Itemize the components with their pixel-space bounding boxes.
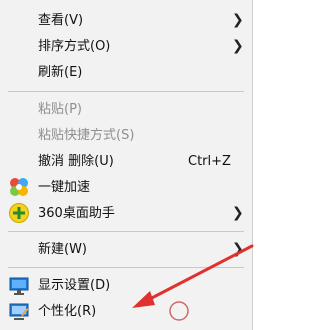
display-settings-icon [9,277,29,295]
chevron-right-icon: ❯ [232,38,244,54]
menu-separator [8,231,244,232]
menu-item-label: 排序方式(O) [38,39,111,54]
context-menu: 查看(V) ❯ 排序方式(O) ❯ 刷新(E) 粘贴(P) 粘贴快捷方式(S) … [0,0,253,330]
menu-item-label: 查看(V) [38,13,84,28]
menu-item-paste: 粘贴(P) [0,97,252,122]
menu-item-label: 撤消 删除(U) [38,154,114,169]
menu-item-one-click-speedup[interactable]: 一键加速 [0,175,252,200]
shortcut-text: Ctrl+Z [188,154,231,169]
menu-item-display-settings[interactable]: 显示设置(D) [0,273,252,298]
menu-item-undo-delete[interactable]: 撤消 删除(U) Ctrl+Z [0,149,252,174]
menu-item-label: 个性化(R) [38,304,97,319]
menu-item-paste-shortcut: 粘贴快捷方式(S) [0,123,252,148]
menu-separator [8,91,244,92]
menu-item-label: 360桌面助手 [38,206,115,221]
menu-item-sort-by[interactable]: 排序方式(O) ❯ [0,34,252,59]
360-plus-icon [9,203,29,223]
menu-item-label: 显示设置(D) [38,278,111,293]
menu-item-label: 一键加速 [38,180,91,195]
chevron-right-icon: ❯ [232,205,244,221]
menu-item-label: 粘贴(P) [38,102,82,117]
menu-item-personalize[interactable]: 个性化(R) [0,299,252,324]
menu-item-label: 新建(W) [38,242,87,257]
menu-item-360-desktop-helper[interactable]: 360桌面助手 ❯ [0,201,252,226]
chevron-right-icon: ❯ [232,12,244,28]
menu-item-label: 刷新(E) [38,65,83,80]
menu-item-view[interactable]: 查看(V) ❯ [0,8,252,33]
speed-boost-icon [10,178,28,196]
menu-item-label: 粘贴快捷方式(S) [38,128,135,143]
menu-item-new[interactable]: 新建(W) ❯ [0,237,252,262]
chevron-right-icon: ❯ [232,241,244,257]
personalize-icon [9,303,29,320]
menu-separator [8,267,244,268]
menu-item-refresh[interactable]: 刷新(E) [0,60,252,85]
